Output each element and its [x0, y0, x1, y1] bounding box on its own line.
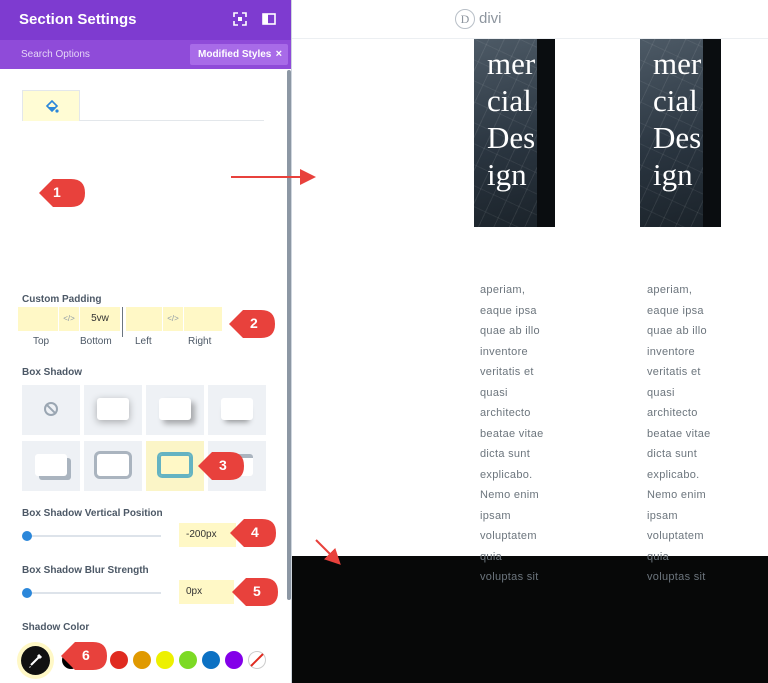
arrow-to-dark-section [315, 539, 341, 565]
annotation-marker-3: 3 [197, 451, 245, 486]
screen: { "panel": { "title": "Section Settings"… [0, 0, 768, 683]
annotation-arrows [231, 169, 341, 565]
annotation-marker-5: 5 [231, 577, 279, 612]
annotation-marker-2: 2 [228, 309, 276, 344]
annotation-marker-6: 6 [60, 641, 108, 676]
annotation-marker-1: 1 [38, 178, 86, 213]
annotation-marker-4: 4 [229, 518, 277, 553]
